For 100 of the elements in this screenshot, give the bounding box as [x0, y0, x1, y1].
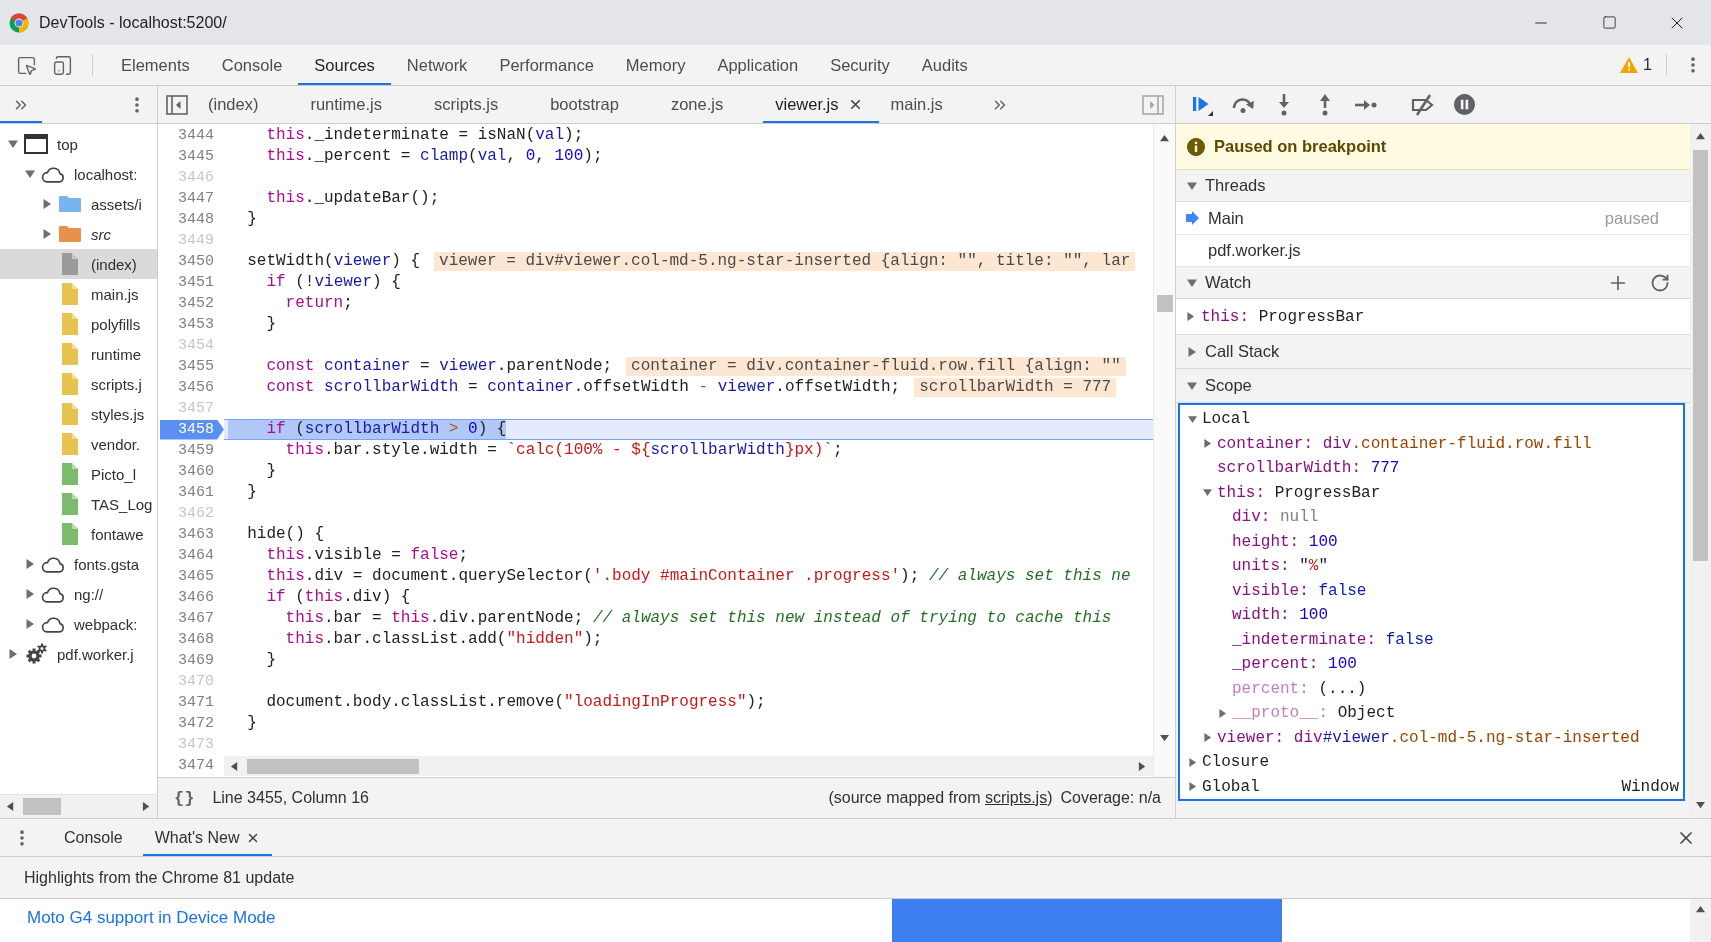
- tree-item[interactable]: polyfills: [0, 309, 157, 339]
- scroll-left-icon[interactable]: [230, 761, 239, 771]
- scroll-down-icon[interactable]: [1696, 801, 1705, 810]
- tree-item[interactable]: Picto_l: [0, 459, 157, 489]
- scope-group[interactable]: Local: [1202, 410, 1250, 429]
- thread-row[interactable]: Main paused: [1176, 202, 1690, 235]
- scroll-right-icon[interactable]: [142, 802, 151, 811]
- caret-right-icon[interactable]: [25, 589, 35, 599]
- scrollbar-thumb[interactable]: [1693, 150, 1708, 561]
- caret-right-icon[interactable]: [1186, 312, 1195, 321]
- scope-property[interactable]: viewer: div#viewer.col-md-5.ng-star-inserted: [1217, 728, 1640, 747]
- horizontal-scrollbar[interactable]: [0, 794, 157, 818]
- caret-down-icon[interactable]: [1187, 180, 1197, 191]
- maximize-icon[interactable]: [1601, 15, 1617, 30]
- tree-item[interactable]: main.js: [0, 279, 157, 309]
- caret-down-icon[interactable]: [8, 139, 18, 149]
- scope-property[interactable]: _percent: 100: [1232, 655, 1357, 674]
- file-tab[interactable]: runtime.js: [298, 86, 422, 123]
- thread-row[interactable]: pdf.worker.js: [1176, 235, 1690, 267]
- panel-tab[interactable]: Security: [814, 45, 906, 85]
- caret-down-icon[interactable]: [1187, 277, 1197, 288]
- scroll-up-icon[interactable]: [1696, 905, 1705, 914]
- section-toggle[interactable]: Call Stack: [1176, 335, 1288, 368]
- tree-item[interactable]: TAS_Log: [0, 489, 157, 519]
- caret-down-icon[interactable]: [1187, 380, 1197, 391]
- caret-right-icon[interactable]: [1187, 346, 1197, 357]
- file-tab[interactable]: zone.js: [658, 86, 764, 123]
- scope-group[interactable]: Global: [1202, 777, 1260, 796]
- scope-property[interactable]: this: ProgressBar: [1217, 483, 1381, 502]
- drawer-tab[interactable]: Console: [52, 819, 135, 856]
- caret-right-icon[interactable]: [1217, 708, 1227, 718]
- caret-right-icon[interactable]: [1202, 439, 1212, 449]
- tree-item[interactable]: assets/i: [0, 189, 157, 219]
- step-over-icon[interactable]: [1230, 95, 1255, 114]
- caret-right-icon[interactable]: [25, 619, 35, 629]
- tree-item[interactable]: (index): [0, 249, 157, 279]
- horizontal-scrollbar[interactable]: [224, 756, 1153, 776]
- scope-property[interactable]: div: null: [1232, 508, 1319, 527]
- warnings-button[interactable]: 1: [1614, 45, 1658, 85]
- tree-item[interactable]: vendor.: [0, 429, 157, 459]
- panel-tab[interactable]: Network: [390, 45, 484, 85]
- caret-right-icon[interactable]: [42, 199, 52, 209]
- panel-tab[interactable]: Memory: [609, 45, 702, 85]
- device-icon[interactable]: [51, 54, 73, 76]
- scope-property[interactable]: percent: (...): [1232, 679, 1367, 698]
- scroll-up-icon[interactable]: [1160, 134, 1169, 143]
- vertical-scrollbar[interactable]: [1153, 124, 1175, 777]
- tree-item[interactable]: src: [0, 219, 157, 249]
- panel-toggle-icon[interactable]: [166, 94, 188, 115]
- caret-right-icon[interactable]: [8, 649, 18, 659]
- caret-down-icon[interactable]: [25, 169, 35, 179]
- panel-tab[interactable]: Performance: [483, 45, 610, 85]
- file-tab[interactable]: bootstrap: [538, 86, 659, 123]
- section-toggle[interactable]: Threads: [1176, 170, 1274, 201]
- panel-tab[interactable]: Elements: [105, 45, 206, 85]
- tree-item[interactable]: fontawe: [0, 519, 157, 549]
- scope-group[interactable]: Closure: [1202, 753, 1270, 772]
- scroll-right-icon[interactable]: [1138, 761, 1147, 771]
- tree-item[interactable]: webpack:: [0, 609, 157, 639]
- inspect-icon[interactable]: [15, 54, 37, 76]
- panel-tab[interactable]: Console: [205, 45, 299, 85]
- file-tab[interactable]: (index): [196, 86, 299, 123]
- scope-property[interactable]: units: "%": [1232, 557, 1329, 576]
- vertical-scrollbar[interactable]: [1690, 899, 1711, 942]
- panel-tab[interactable]: Audits: [905, 45, 984, 85]
- scope-property[interactable]: container: div.container-fluid.row.fill: [1217, 434, 1592, 453]
- scroll-down-icon[interactable]: [1160, 734, 1169, 743]
- scope-property[interactable]: scrollbarWidth: 777: [1217, 459, 1400, 478]
- scroll-left-icon[interactable]: [6, 802, 15, 811]
- step-out-icon[interactable]: [1317, 93, 1332, 116]
- tree-item[interactable]: scripts.j: [0, 369, 157, 399]
- caret-right-icon[interactable]: [25, 559, 35, 569]
- scope-property[interactable]: visible: false: [1232, 581, 1367, 600]
- caret-right-icon[interactable]: [1202, 733, 1212, 743]
- section-toggle[interactable]: Scope: [1176, 369, 1260, 402]
- tree-item[interactable]: pdf.worker.j: [0, 639, 157, 669]
- scrollbar-thumb[interactable]: [1156, 295, 1173, 312]
- section-toggle[interactable]: Watch: [1176, 267, 1260, 298]
- tree-item[interactable]: localhost:: [0, 159, 157, 189]
- tree-item[interactable]: fonts.gsta: [0, 549, 157, 579]
- tree-item[interactable]: top: [0, 129, 157, 159]
- scrollbar-thumb[interactable]: [247, 758, 419, 774]
- pretty-print-button[interactable]: {}: [170, 788, 199, 808]
- panel-toggle-icon[interactable]: [1142, 94, 1164, 115]
- source-link[interactable]: scripts.js: [984, 789, 1048, 806]
- caret-right-icon[interactable]: [1187, 757, 1197, 767]
- file-tab[interactable]: scripts.js: [421, 86, 539, 123]
- scope-property[interactable]: width: 100: [1232, 606, 1329, 625]
- file-tab[interactable]: main.js: [878, 86, 983, 123]
- step-icon[interactable]: [1354, 97, 1377, 112]
- caret-down-icon[interactable]: [1202, 488, 1212, 498]
- news-link[interactable]: Moto G4 support in Device Mode: [27, 908, 276, 927]
- tree-item[interactable]: styles.js: [0, 399, 157, 429]
- caret-down-icon[interactable]: [1187, 414, 1197, 424]
- scroll-up-icon[interactable]: [1696, 132, 1705, 141]
- scope-property[interactable]: __proto__: Object: [1232, 704, 1396, 723]
- caret-right-icon[interactable]: [1187, 782, 1197, 792]
- watch-expression[interactable]: this: ProgressBar: [1201, 307, 1365, 326]
- scope-property[interactable]: height: 100: [1232, 532, 1338, 551]
- caret-right-icon[interactable]: [42, 229, 52, 239]
